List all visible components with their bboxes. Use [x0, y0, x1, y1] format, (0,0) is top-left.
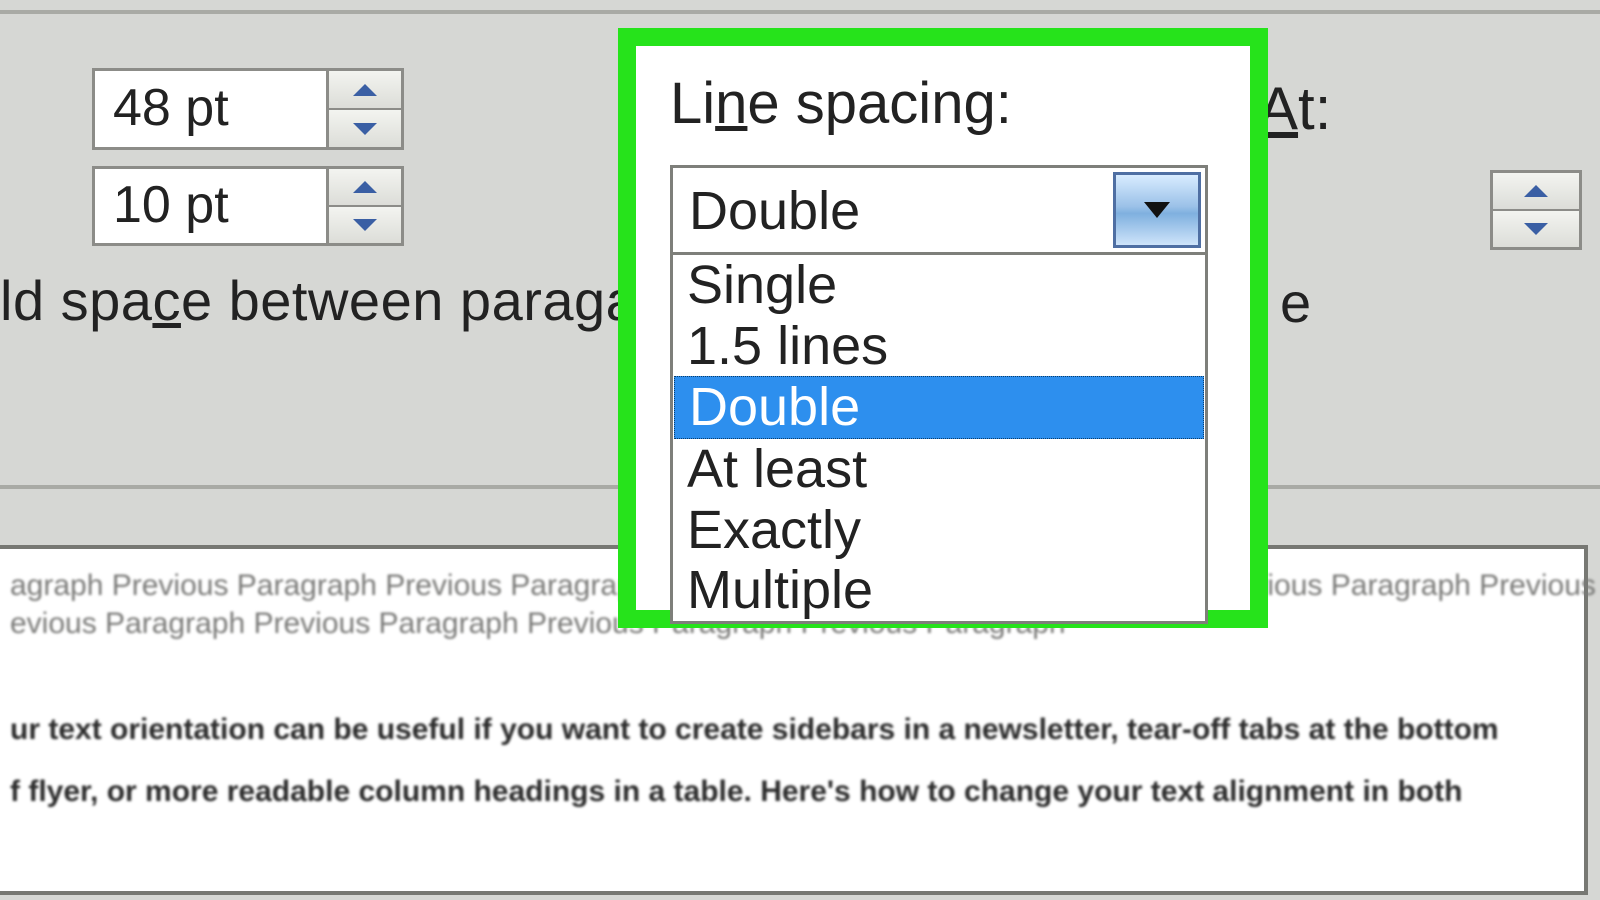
at-label: At: — [1258, 74, 1331, 143]
spacing-before-up-button[interactable] — [329, 71, 401, 110]
spacing-before-spinner[interactable]: 48 pt — [92, 68, 404, 150]
line-spacing-option-1-5[interactable]: 1.5 lines — [673, 316, 1205, 377]
preview-body-line: ur text orientation can be useful if you… — [10, 699, 1570, 761]
line-spacing-option-double[interactable]: Double — [674, 376, 1204, 439]
line-spacing-highlight: Line spacing: Double Single 1.5 lines Do… — [618, 28, 1268, 628]
at-up-button[interactable] — [1493, 173, 1579, 211]
spacing-before-value: 48 pt — [95, 74, 326, 144]
spacing-after-spinner[interactable]: 10 pt — [92, 166, 404, 246]
separator-top — [0, 10, 1600, 14]
line-spacing-dropdown-button[interactable] — [1113, 172, 1201, 248]
at-down-button[interactable] — [1493, 211, 1579, 247]
line-spacing-option-single[interactable]: Single — [673, 255, 1205, 316]
line-spacing-selected-value: Double — [673, 168, 1109, 252]
line-spacing-label: Line spacing: — [670, 70, 1222, 137]
preview-body-line: f flyer, or more readable column heading… — [10, 761, 1570, 823]
spacing-after-up-button[interactable] — [329, 169, 401, 207]
same-style-text-fragment: e — [1280, 270, 1311, 335]
at-spinner[interactable] — [1490, 170, 1582, 250]
dont-add-space-label: ld space between paragap — [0, 268, 669, 333]
line-spacing-combo[interactable]: Double — [670, 165, 1208, 255]
chevron-down-icon — [1140, 200, 1174, 220]
spacing-before-down-button[interactable] — [329, 110, 401, 147]
line-spacing-listbox[interactable]: Single 1.5 lines Double At least Exactly… — [670, 255, 1208, 624]
line-spacing-option-multiple[interactable]: Multiple — [673, 560, 1205, 621]
line-spacing-option-atleast[interactable]: At least — [673, 439, 1205, 500]
spacing-after-value: 10 pt — [95, 171, 326, 241]
spacing-after-down-button[interactable] — [329, 207, 401, 243]
line-spacing-option-exactly[interactable]: Exactly — [673, 500, 1205, 561]
